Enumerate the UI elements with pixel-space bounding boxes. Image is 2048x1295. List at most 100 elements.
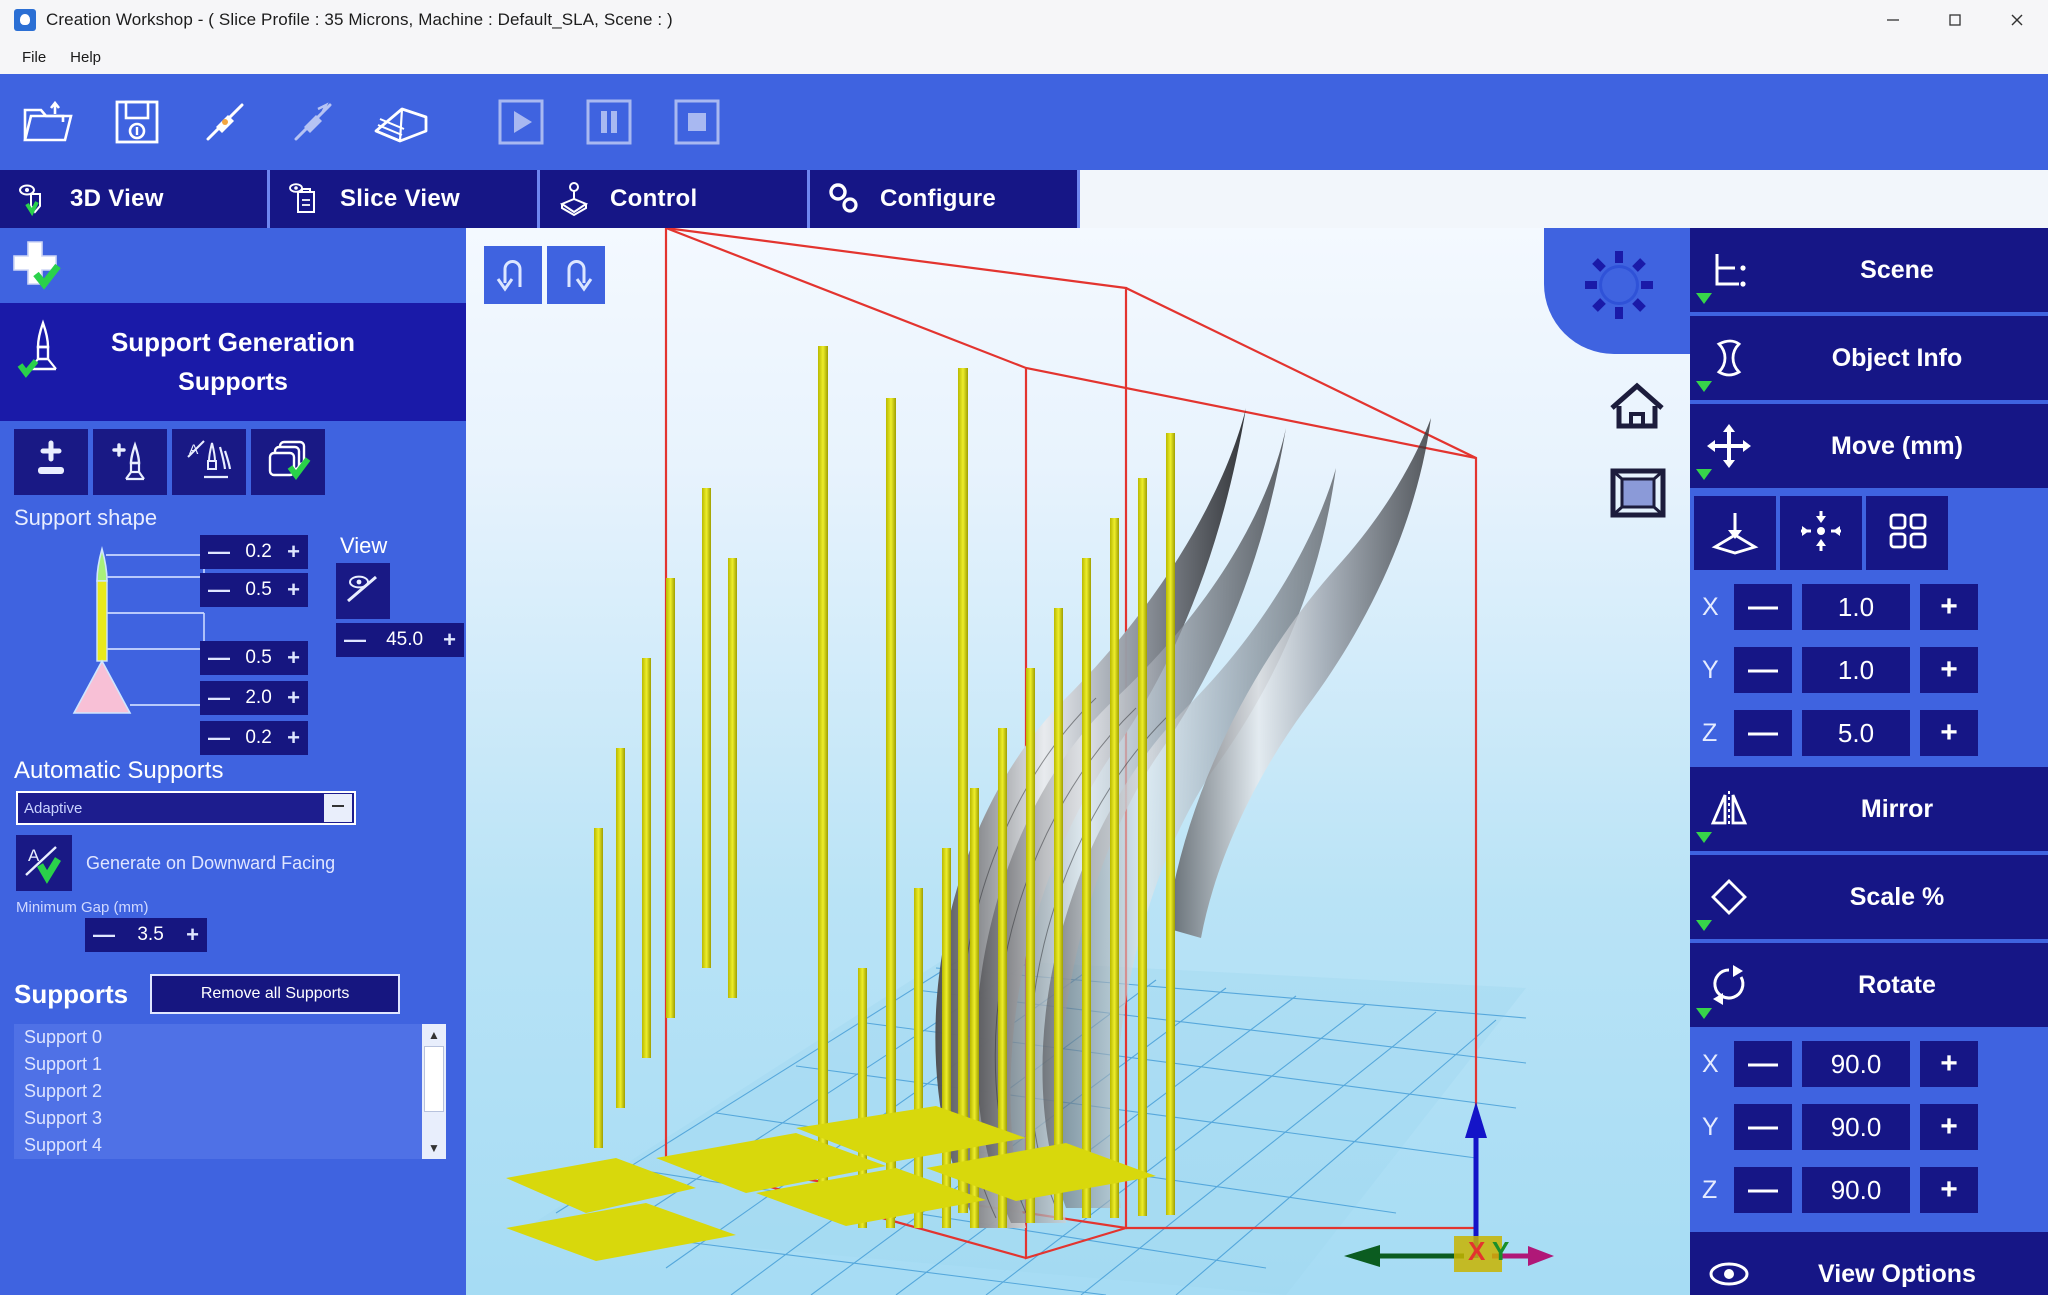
- apply-supports-button[interactable]: [251, 429, 325, 495]
- increment-button[interactable]: +: [443, 629, 456, 651]
- decrement-button[interactable]: —: [208, 647, 230, 669]
- increment-button[interactable]: +: [287, 579, 300, 601]
- connect-button[interactable]: [188, 87, 262, 157]
- stop-button[interactable]: [660, 87, 734, 157]
- open-file-button[interactable]: [12, 87, 86, 157]
- home-view-button[interactable]: [1606, 378, 1668, 437]
- axis-value[interactable]: 90.0: [1802, 1104, 1910, 1150]
- add-tower-icon: [105, 437, 155, 488]
- chevron-down-icon[interactable]: [324, 794, 352, 822]
- object-info-row[interactable]: Object Info: [1690, 316, 2048, 400]
- scrollbar-thumb[interactable]: [424, 1046, 444, 1112]
- decrement-button[interactable]: —: [208, 541, 230, 563]
- axis-value[interactable]: 1.0: [1802, 584, 1910, 630]
- drop-to-platform-button[interactable]: [1694, 496, 1776, 570]
- list-item[interactable]: Support 1: [14, 1051, 446, 1078]
- scroll-up-arrow[interactable]: ▲: [422, 1024, 446, 1046]
- add-support-button[interactable]: [93, 429, 167, 495]
- play-button[interactable]: [484, 87, 558, 157]
- spinner-tip-diameter[interactable]: — 0.2 +: [200, 535, 308, 569]
- view-options-label: View Options: [1768, 1260, 2048, 1289]
- auto-support-mode-select[interactable]: Adaptive: [16, 791, 356, 825]
- scroll-down-arrow[interactable]: ▼: [422, 1137, 446, 1159]
- pause-button[interactable]: [572, 87, 646, 157]
- decrement-button[interactable]: —: [208, 687, 230, 709]
- increment-button[interactable]: +: [1920, 1167, 1978, 1213]
- decrement-button[interactable]: —: [1734, 584, 1792, 630]
- supports-list-scrollbar[interactable]: ▲ ▼: [422, 1024, 446, 1159]
- redo-button[interactable]: [547, 246, 605, 304]
- list-item[interactable]: Support 4: [14, 1132, 446, 1159]
- tab-control[interactable]: Control: [540, 170, 810, 228]
- drop-to-floor-icon: [1709, 507, 1761, 560]
- save-file-button[interactable]: [100, 87, 174, 157]
- list-item[interactable]: Support 2: [14, 1078, 446, 1105]
- decrement-button[interactable]: —: [208, 727, 230, 749]
- increment-button[interactable]: +: [1920, 1041, 1978, 1087]
- spinner-minimum-gap[interactable]: — 3.5 +: [85, 918, 207, 952]
- tab-slice-view[interactable]: Slice View: [270, 170, 540, 228]
- decrement-button[interactable]: —: [1734, 647, 1792, 693]
- increment-button[interactable]: +: [1920, 1104, 1978, 1150]
- view-options-row[interactable]: View Options: [1690, 1232, 2048, 1295]
- toggle-support-visibility-button[interactable]: [336, 563, 390, 619]
- scale-row[interactable]: Scale %: [1690, 855, 2048, 939]
- decrement-button[interactable]: —: [1734, 1104, 1792, 1150]
- remove-all-supports-button[interactable]: Remove all Supports: [150, 974, 400, 1014]
- mirror-row[interactable]: Mirror: [1690, 767, 2048, 851]
- increment-button[interactable]: +: [287, 687, 300, 709]
- maximize-button[interactable]: [1924, 0, 1986, 40]
- move-axis-x: X — 1.0 +: [1690, 577, 2048, 637]
- tab-configure[interactable]: Configure: [810, 170, 1080, 228]
- spinner-body-diameter[interactable]: — 0.5 +: [200, 641, 308, 675]
- increment-button[interactable]: +: [1920, 647, 1978, 693]
- scene-row[interactable]: Scene: [1690, 228, 2048, 312]
- rotate-row[interactable]: Rotate: [1690, 943, 2048, 1027]
- render-settings-button[interactable]: [1544, 228, 1690, 354]
- add-object-icon[interactable]: [6, 236, 70, 303]
- increment-button[interactable]: +: [1920, 584, 1978, 630]
- increment-button[interactable]: +: [287, 727, 300, 749]
- move-row[interactable]: Move (mm): [1690, 404, 2048, 488]
- decrement-button[interactable]: —: [1734, 1167, 1792, 1213]
- decrement-button[interactable]: —: [93, 924, 115, 946]
- generate-downward-facing-row[interactable]: A Generate on Downward Facing: [0, 825, 466, 891]
- center-object-button[interactable]: [1780, 496, 1862, 570]
- fit-to-screen-button[interactable]: [1608, 466, 1668, 525]
- add-remove-support-button[interactable]: [14, 429, 88, 495]
- tab-3d-view-label: 3D View: [70, 185, 164, 213]
- close-button[interactable]: [1986, 0, 2048, 40]
- list-item[interactable]: Support 3: [14, 1105, 446, 1132]
- slice-button[interactable]: [364, 87, 438, 157]
- tab-3d-view[interactable]: 3D View: [0, 170, 270, 228]
- increment-button[interactable]: +: [186, 924, 199, 946]
- arrange-objects-button[interactable]: [1866, 496, 1948, 570]
- undo-button[interactable]: [484, 246, 542, 304]
- menu-file[interactable]: File: [10, 45, 58, 70]
- layers-check-icon: [262, 437, 314, 488]
- spinner-upper-diameter[interactable]: — 0.5 +: [200, 573, 308, 607]
- axis-value[interactable]: 90.0: [1802, 1167, 1910, 1213]
- list-item[interactable]: Support 0: [14, 1024, 446, 1051]
- decrement-button[interactable]: —: [344, 629, 366, 651]
- minimum-gap-label: Minimum Gap (mm): [0, 891, 466, 918]
- axis-value[interactable]: 1.0: [1802, 647, 1910, 693]
- disconnect-button[interactable]: [276, 87, 350, 157]
- 3d-viewport[interactable]: X Y: [466, 228, 1690, 1295]
- spinner-base-diameter[interactable]: — 2.0 +: [200, 681, 308, 715]
- menu-help[interactable]: Help: [58, 45, 113, 70]
- increment-button[interactable]: +: [287, 647, 300, 669]
- increment-button[interactable]: +: [1920, 710, 1978, 756]
- decrement-button[interactable]: —: [208, 579, 230, 601]
- axis-value[interactable]: 5.0: [1802, 710, 1910, 756]
- decrement-button[interactable]: —: [1734, 710, 1792, 756]
- decrement-button[interactable]: —: [1734, 1041, 1792, 1087]
- supports-list[interactable]: Support 0 Support 1 Support 2 Support 3 …: [14, 1024, 446, 1159]
- spinner-view-angle[interactable]: — 45.0 +: [336, 623, 464, 657]
- spinner-base-height[interactable]: — 0.2 +: [200, 721, 308, 755]
- support-shape-diagram-area: — 0.2 + — 0.5 + —: [14, 531, 324, 751]
- axis-value[interactable]: 90.0: [1802, 1041, 1910, 1087]
- auto-support-button[interactable]: A: [172, 429, 246, 495]
- minimize-button[interactable]: [1862, 0, 1924, 40]
- increment-button[interactable]: +: [287, 541, 300, 563]
